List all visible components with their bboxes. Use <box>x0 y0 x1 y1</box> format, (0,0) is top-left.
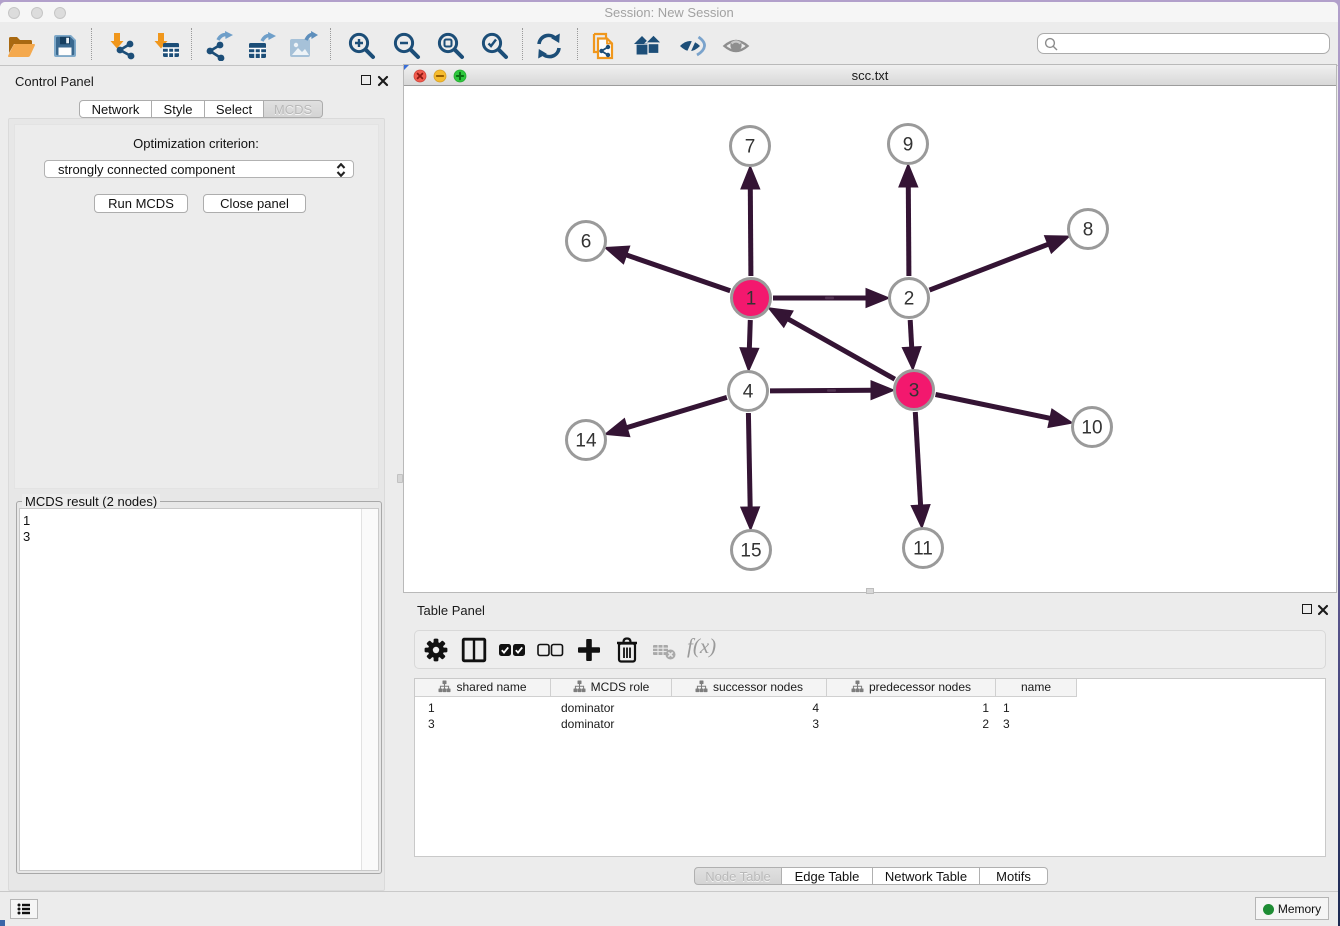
svg-text:3: 3 <box>909 381 920 402</box>
svg-text:2: 2 <box>904 289 915 310</box>
svg-text:4: 4 <box>743 382 754 403</box>
svg-text:11: 11 <box>913 539 933 560</box>
svg-text:9: 9 <box>903 135 914 156</box>
svg-text:15: 15 <box>740 541 761 562</box>
svg-text:6: 6 <box>581 232 592 253</box>
svg-text:7: 7 <box>745 137 756 158</box>
svg-text:1: 1 <box>746 289 757 310</box>
svg-text:10: 10 <box>1081 418 1102 439</box>
svg-text:14: 14 <box>575 431 597 452</box>
svg-text:8: 8 <box>1083 220 1094 241</box>
